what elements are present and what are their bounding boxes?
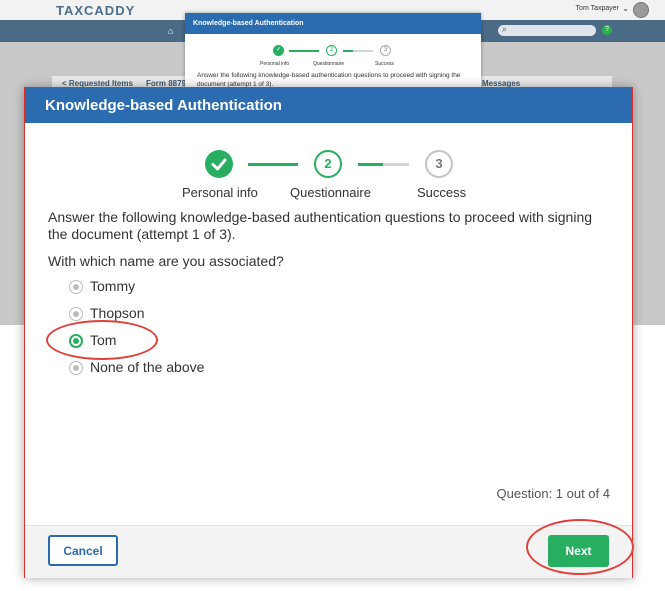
step-label-questionnaire: Questionnaire: [290, 185, 371, 200]
step-connector: [353, 50, 373, 52]
search-input[interactable]: [498, 25, 596, 36]
check-icon: [211, 158, 227, 171]
step-connector: [289, 50, 319, 52]
radio-button-selected[interactable]: [69, 334, 83, 348]
user-name[interactable]: Tom Taxpayer: [576, 5, 619, 12]
help-icon[interactable]: ?: [602, 25, 612, 35]
step-label: Personal info: [260, 61, 290, 67]
step-connector: [248, 163, 298, 166]
instructions: Answer the following knowledge-based aut…: [48, 209, 593, 242]
radio-button[interactable]: [69, 307, 83, 321]
step-connector: [343, 50, 353, 52]
cancel-button[interactable]: Cancel: [48, 535, 118, 566]
step-2-indicator: 2: [314, 150, 342, 178]
step-3-indicator: 3: [380, 45, 391, 56]
search-icon: ⌕: [502, 24, 508, 34]
option-label: None of the above: [90, 359, 205, 375]
chevron-down-icon[interactable]: ⌄: [622, 4, 629, 13]
kba-modal: Knowledge-based Authentication 2 3 Perso…: [24, 87, 634, 578]
step-label-success: Success: [417, 185, 467, 200]
avatar[interactable]: [633, 2, 649, 18]
next-button[interactable]: Next: [548, 535, 609, 567]
step-connector: [383, 163, 409, 166]
question-progress: Question: 1 out of 4: [496, 486, 610, 501]
question-text: With which name are you associated?: [48, 253, 284, 269]
step-2-indicator: 2: [326, 45, 337, 56]
modal-title: Knowledge-based Authentication: [25, 88, 632, 123]
background-modal-title: Knowledge-based Authentication: [185, 13, 481, 34]
step-label-personal-info: Personal info: [182, 185, 258, 200]
step-3-indicator: 3: [425, 150, 453, 178]
home-icon[interactable]: ⌂: [168, 26, 173, 36]
step-connector: [358, 163, 383, 166]
option-label: Tom: [90, 332, 117, 348]
app-logo: TAXCADDY: [56, 3, 136, 18]
background-modal: Knowledge-based Authentication ✓ 2 3 Per…: [185, 13, 481, 93]
step-label: Questionnaire: [313, 61, 345, 67]
check-icon: ✓: [273, 45, 284, 56]
radio-button[interactable]: [69, 280, 83, 294]
step-label: Success: [375, 61, 394, 67]
radio-button[interactable]: [69, 361, 83, 375]
option-label: Tommy: [90, 278, 136, 294]
step-1-complete-indicator: [205, 150, 233, 178]
option-label: Thopson: [90, 305, 145, 321]
